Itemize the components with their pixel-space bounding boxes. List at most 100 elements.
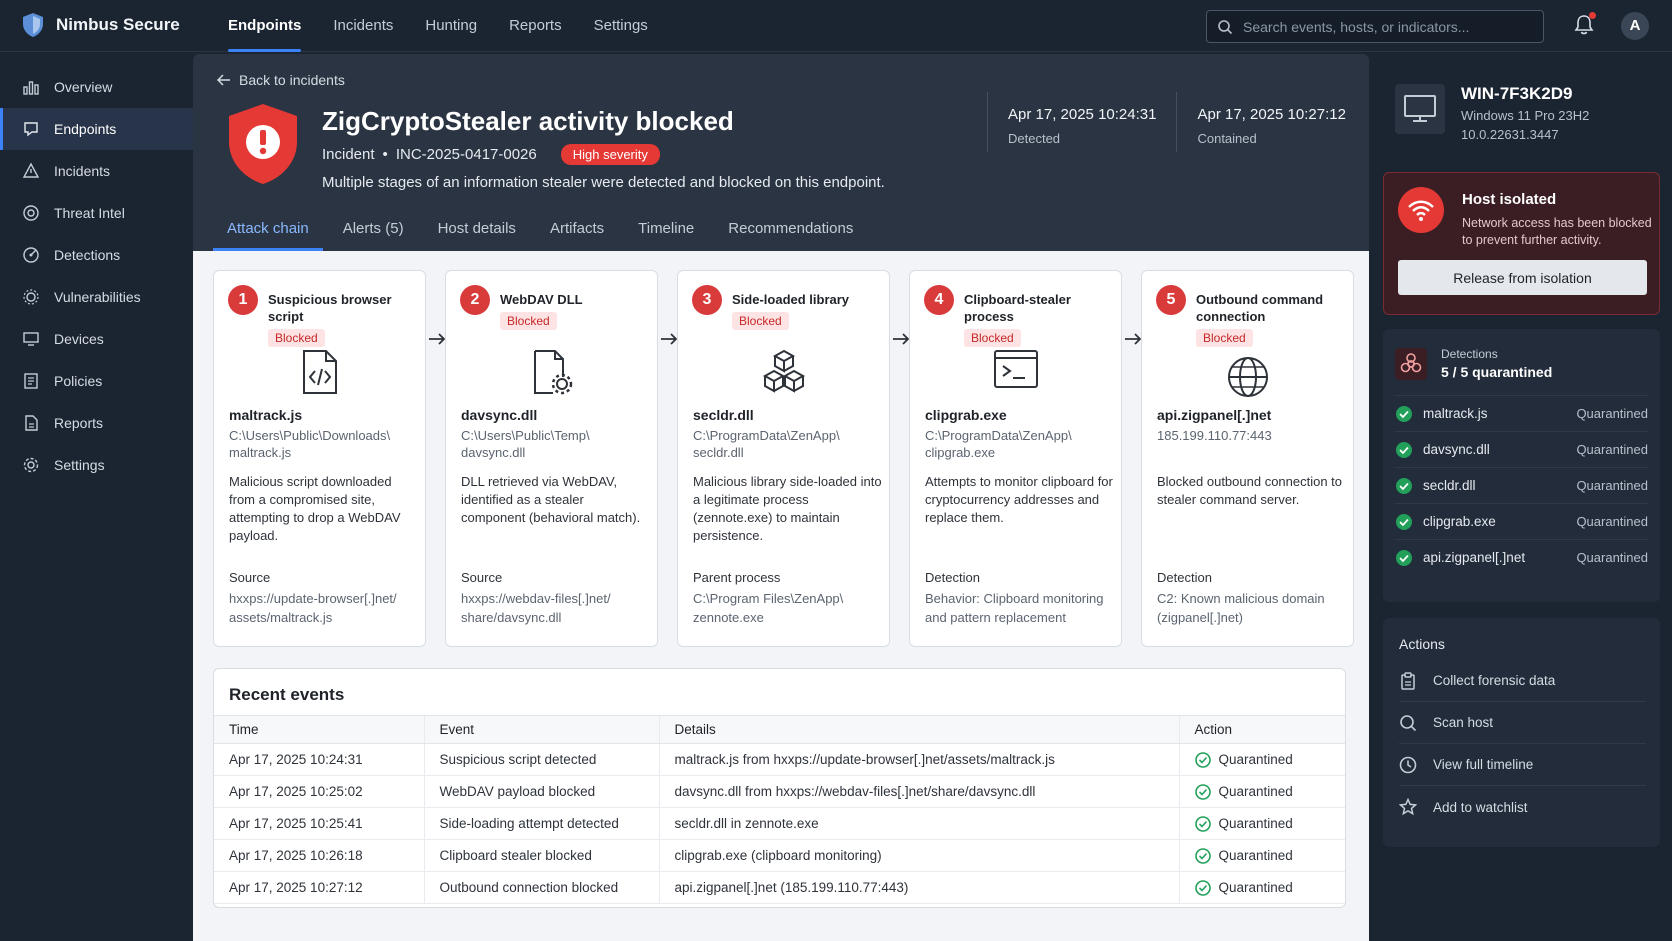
- step-number: 3: [692, 285, 722, 315]
- gear-icon: [22, 456, 40, 474]
- table-row[interactable]: Apr 17, 2025 10:26:18 Clipboard stealer …: [214, 839, 1345, 872]
- step-header: 4 Clipboard-stealer process Blocked: [924, 285, 1121, 347]
- tab-timeline[interactable]: Timeline: [624, 214, 708, 251]
- attack-step-card[interactable]: 4 Clipboard-stealer process Blocked clipg…: [909, 270, 1122, 647]
- arrow-right-icon: [892, 333, 910, 345]
- notification-dot: [1589, 12, 1596, 19]
- scan-host-button[interactable]: Scan host: [1399, 702, 1646, 744]
- check-circle-icon: [1395, 513, 1413, 531]
- tab-artifacts[interactable]: Artifacts: [536, 214, 618, 251]
- event-name: Side-loading attempt detected: [423, 807, 659, 840]
- detection-name: secldr.dll: [1423, 478, 1476, 493]
- step-source-label: Detection: [925, 570, 980, 585]
- tab-recommendations[interactable]: Recommendations: [714, 214, 867, 251]
- topnav-incidents[interactable]: Incidents: [317, 0, 409, 52]
- topnav-endpoints[interactable]: Endpoints: [212, 0, 317, 52]
- check-circle-icon: [1395, 549, 1413, 567]
- step-title: Suspicious browser script: [268, 292, 392, 324]
- list-item[interactable]: clipgrab.exe Quarantined: [1395, 503, 1648, 539]
- view-full-timeline-button[interactable]: View full timeline: [1399, 744, 1646, 786]
- event-action: Quarantined: [1178, 807, 1345, 840]
- attack-step-card[interactable]: 2 WebDAV DLL Blocked davsync.dll C:\Users…: [445, 270, 658, 647]
- isolation-title: Host isolated: [1462, 191, 1557, 208]
- event-name: Clipboard stealer blocked: [423, 839, 659, 872]
- status-badge: Blocked: [964, 329, 1021, 347]
- avatar[interactable]: A: [1621, 12, 1649, 40]
- column-header-details[interactable]: Details: [658, 715, 1179, 744]
- step-number: 5: [1156, 285, 1186, 315]
- action-label: Add to watchlist: [1433, 799, 1528, 815]
- meta-separator: •: [382, 146, 388, 163]
- detection-name: clipgrab.exe: [1423, 514, 1496, 529]
- step-file-path: C:\Users\Public\Temp\ davsync.dll: [461, 428, 590, 460]
- sidebar-item-threat-intel[interactable]: Threat Intel: [0, 192, 193, 234]
- topnav-hunting[interactable]: Hunting: [409, 0, 493, 52]
- sidebar-item-incidents[interactable]: Incidents: [0, 150, 193, 192]
- brand[interactable]: Nimbus Secure: [22, 12, 180, 38]
- table-row[interactable]: Apr 17, 2025 10:25:41 Side-loading attem…: [214, 807, 1345, 840]
- back-to-incidents-link[interactable]: Back to incidents: [217, 72, 345, 88]
- sidebar-item-reports[interactable]: Reports: [0, 402, 193, 444]
- step-description: DLL retrieved via WebDAV, identified as …: [461, 474, 641, 525]
- table-row[interactable]: Apr 17, 2025 10:27:12 Outbound connectio…: [214, 871, 1345, 904]
- event-action: Quarantined: [1178, 743, 1345, 776]
- check-circle-icon: [1194, 847, 1211, 864]
- host-name: WIN-7F3K2D9: [1461, 84, 1573, 103]
- incident-header: Back to incidents ZigCryptoStealer activ…: [193, 54, 1369, 251]
- list-item[interactable]: maltrack.js Quarantined: [1395, 395, 1648, 431]
- sidebar-item-devices[interactable]: Devices: [0, 318, 193, 360]
- event-time: Apr 17, 2025 10:24:31: [214, 743, 424, 776]
- step-header: 5 Outbound command connection Blocked: [1156, 285, 1353, 347]
- add-to-watchlist-button[interactable]: Add to watchlist: [1399, 786, 1646, 828]
- search-box: [1206, 10, 1544, 43]
- action-label: View full timeline: [1433, 757, 1534, 772]
- list-item[interactable]: secldr.dll Quarantined: [1395, 467, 1648, 503]
- detection-status: Quarantined: [1576, 514, 1648, 529]
- sidebar-item-overview[interactable]: Overview: [0, 66, 193, 108]
- list-item[interactable]: davsync.dll Quarantined: [1395, 431, 1648, 467]
- tab-host-details[interactable]: Host details: [424, 214, 530, 251]
- arrow-right-icon: [428, 333, 446, 345]
- topnav-reports[interactable]: Reports: [493, 0, 578, 52]
- attack-step-card[interactable]: 5 Outbound command connection Blocked api…: [1141, 270, 1354, 647]
- table-row[interactable]: Apr 17, 2025 10:25:02 WebDAV payload blo…: [214, 775, 1345, 808]
- table-row[interactable]: Apr 17, 2025 10:24:31 Suspicious script …: [214, 743, 1345, 776]
- step-source-label: Source: [229, 570, 271, 585]
- tab-alerts[interactable]: Alerts (5): [329, 214, 418, 251]
- sidebar-item-policies[interactable]: Policies: [0, 360, 193, 402]
- detected-label: Detected: [1008, 131, 1061, 146]
- detection-name: api.zigpanel[.]net: [1423, 550, 1526, 565]
- sidebar-item-detections[interactable]: Detections: [0, 234, 193, 276]
- shield-logo-icon: [22, 12, 44, 38]
- step-file-name: secldr.dll: [693, 407, 754, 423]
- step-file-name: api.zigpanel[.]net: [1157, 407, 1272, 423]
- collect-forensic-data-button[interactable]: Collect forensic data: [1399, 660, 1646, 702]
- list-item[interactable]: api.zigpanel[.]net Quarantined: [1395, 539, 1648, 575]
- column-header-event[interactable]: Event: [423, 715, 659, 744]
- detection-status: Quarantined: [1576, 478, 1648, 493]
- sidebar-item-label: Vulnerabilities: [54, 289, 141, 305]
- arrow-right-icon: [660, 333, 678, 345]
- step-source-label: Detection: [1157, 570, 1212, 585]
- detected-time-block: Apr 17, 2025 10:24:31 Detected: [987, 92, 1176, 152]
- radar-icon: [22, 246, 40, 264]
- step-description: Malicious library side-loaded into a leg…: [693, 474, 882, 543]
- sidebar-item-label: Endpoints: [54, 121, 117, 137]
- event-details: clipgrab.exe (clipboard monitoring): [658, 839, 1179, 872]
- recent-events-title: Recent events: [229, 685, 345, 704]
- tab-attack-chain[interactable]: Attack chain: [213, 214, 323, 251]
- column-header-action[interactable]: Action: [1178, 715, 1345, 744]
- attack-step-card[interactable]: 1 Suspicious browser script Blocked maltr…: [213, 270, 426, 647]
- status-badge: Blocked: [1196, 329, 1253, 347]
- release-isolation-button[interactable]: Release from isolation: [1398, 260, 1647, 295]
- attack-step-card[interactable]: 3 Side-loaded library Blocked secldr.dll …: [677, 270, 890, 647]
- detections-panel: Detections 5 / 5 quarantined maltrack.js…: [1383, 329, 1660, 602]
- sidebar-item-settings[interactable]: Settings: [0, 444, 193, 486]
- search-input[interactable]: [1243, 18, 1533, 35]
- sidebar-item-endpoints[interactable]: Endpoints: [0, 108, 193, 150]
- notifications-button[interactable]: [1574, 12, 1596, 36]
- column-header-time[interactable]: Time: [214, 715, 424, 744]
- sidebar-item-vulnerabilities[interactable]: Vulnerabilities: [0, 276, 193, 318]
- topnav-settings[interactable]: Settings: [578, 0, 664, 52]
- sidebar-item-label: Reports: [54, 415, 104, 431]
